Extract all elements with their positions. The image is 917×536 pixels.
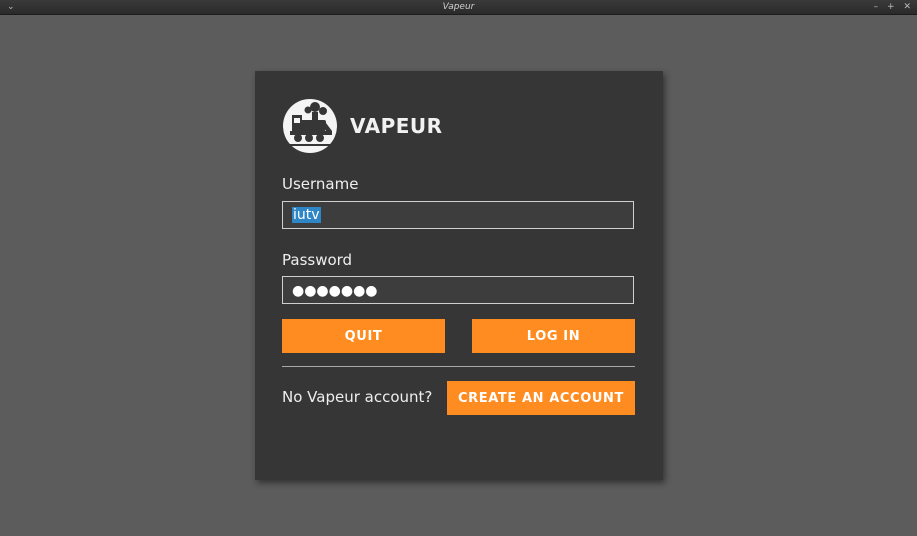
username-field[interactable]: iutv xyxy=(282,201,634,229)
no-account-text: No Vapeur account? xyxy=(282,388,433,406)
login-button[interactable]: LOG IN xyxy=(472,319,635,353)
username-selected-text: iutv xyxy=(292,207,321,223)
app-brand-title: VAPEUR xyxy=(350,114,443,138)
username-label: Username xyxy=(282,175,359,193)
divider xyxy=(282,366,635,367)
password-mask: ●●●●●●● xyxy=(292,283,378,299)
window-title: Vapeur xyxy=(442,2,475,12)
quit-button[interactable]: QUIT xyxy=(282,319,445,353)
steam-locomotive-icon xyxy=(282,98,338,154)
create-account-button[interactable]: CREATE AN ACCOUNT xyxy=(447,381,635,415)
login-dialog: VAPEUR Username iutv Password ●●●●●●● QU… xyxy=(255,71,663,480)
password-field[interactable]: ●●●●●●● xyxy=(282,276,634,304)
close-button[interactable]: ✕ xyxy=(903,2,911,12)
maximize-button[interactable]: + xyxy=(887,2,895,12)
window-controls: – + ✕ xyxy=(868,0,911,14)
username-value: iutv xyxy=(292,207,321,224)
password-label: Password xyxy=(282,251,353,269)
window-titlebar: ⌄ Vapeur – + ✕ xyxy=(0,0,917,15)
minimize-button[interactable]: – xyxy=(874,2,879,12)
